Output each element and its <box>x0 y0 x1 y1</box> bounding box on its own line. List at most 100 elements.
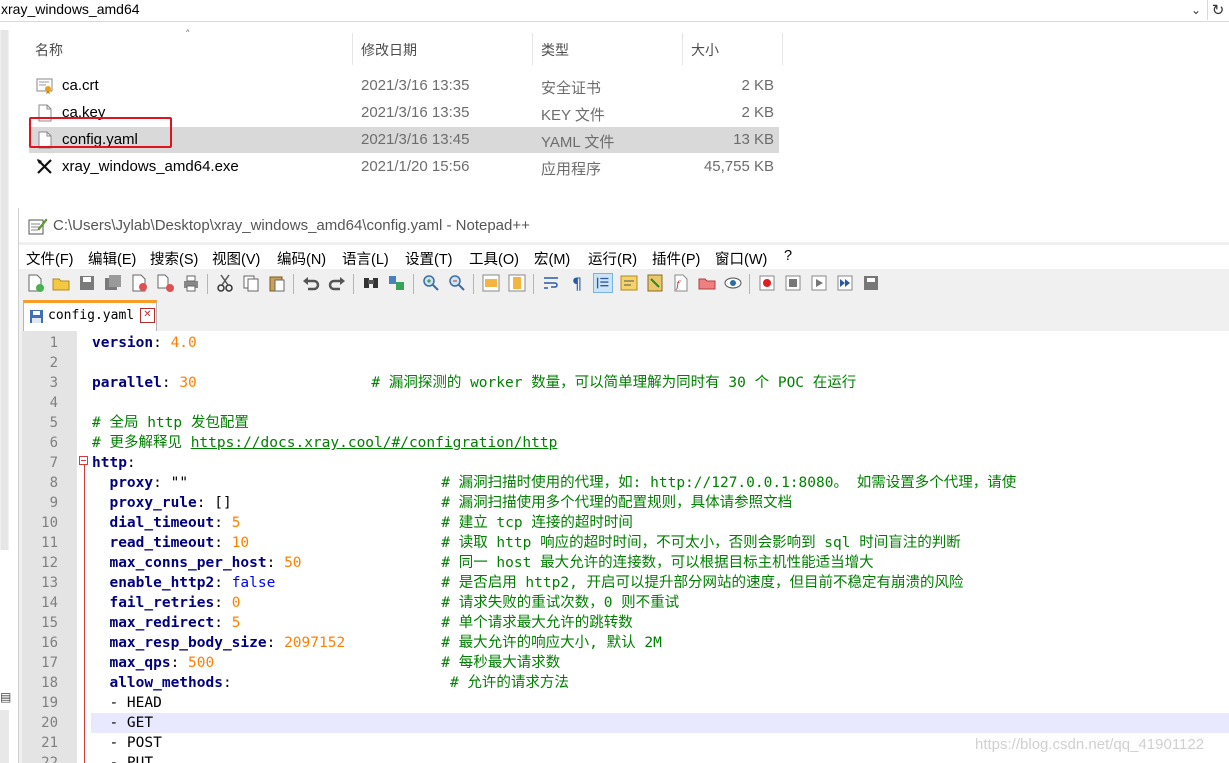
code-link[interactable]: https://docs.xray.cool/#/configration/ht… <box>191 435 558 451</box>
save-icon[interactable] <box>77 273 97 293</box>
run-macro-multiple-icon[interactable] <box>835 273 855 293</box>
file-row[interactable]: ca.crt 2021/3/16 13:35 安全证书 2 KB <box>29 73 779 99</box>
file-name[interactable]: xray_windows_amd64.exe <box>62 158 239 175</box>
file-type: KEY 文件 <box>541 107 605 124</box>
address-path[interactable]: xray_windows_amd64 <box>1 1 140 17</box>
monitoring-icon[interactable] <box>723 273 743 293</box>
word-wrap-icon[interactable] <box>541 273 561 293</box>
nav-pane-scrollbar[interactable] <box>0 30 9 550</box>
line-number: 4 <box>49 395 58 411</box>
code-comment: # 建立 tcp 连接的超时时间 <box>441 515 633 531</box>
notepad-app-icon <box>28 218 48 235</box>
code-comment: # 允许的请求方法 <box>449 675 569 691</box>
menu-language[interactable]: 语言(L) <box>342 248 389 269</box>
close-all-icon[interactable] <box>155 273 175 293</box>
sync-vertical-icon[interactable] <box>481 273 501 293</box>
menu-macro[interactable]: 宏(M) <box>534 248 570 269</box>
code-editor[interactable]: 1 version: 4.0 2 3 parallel: 30 # 漏洞探测的 work… <box>22 331 1229 763</box>
sync-horizontal-icon[interactable] <box>507 273 527 293</box>
function-list-icon[interactable]: f <box>671 273 691 293</box>
menu-plugins[interactable]: 插件(P) <box>652 248 700 269</box>
code-key: parallel <box>92 375 162 391</box>
replace-icon[interactable] <box>387 273 407 293</box>
file-row[interactable]: xray_windows_amd64.exe 2021/1/20 15:56 应… <box>29 154 779 180</box>
code-comment: # 单个请求最大允许的跳转数 <box>441 615 633 631</box>
fold-toggle-icon[interactable] <box>79 456 88 465</box>
code-comment: # 漏洞扫描时使用的代理，如: http://127.0.0.1:8080。 如… <box>441 475 1017 491</box>
indent-guide-icon[interactable] <box>593 273 613 293</box>
code-key: read_timeout <box>109 535 215 551</box>
save-macro-icon[interactable] <box>861 273 881 293</box>
code-token: 50 <box>284 555 302 571</box>
code-key: allow_methods <box>109 675 223 691</box>
menu-help[interactable]: ? <box>784 248 792 264</box>
chevron-down-icon[interactable]: ⌄ <box>1187 0 1205 20</box>
close-icon[interactable]: ✕ <box>140 308 155 323</box>
line-number: 7 <box>49 455 58 471</box>
menu-encoding[interactable]: 编码(N) <box>277 248 326 269</box>
menu-window[interactable]: 窗口(W) <box>715 248 767 269</box>
code-token: - POST <box>92 735 162 751</box>
print-icon[interactable] <box>181 273 201 293</box>
column-divider[interactable] <box>352 33 353 65</box>
menu-edit[interactable]: 编辑(E) <box>88 248 136 269</box>
close-file-icon[interactable] <box>129 273 149 293</box>
address-bar[interactable]: xray_windows_amd64 ⌄ ↻ <box>0 0 1229 22</box>
zoom-in-icon[interactable] <box>421 273 441 293</box>
code-comment: # 每秒最大请求数 <box>441 655 561 671</box>
code-comment: # 漏洞探测的 worker 数量，可以简单理解为同时有 30 个 POC 在运… <box>371 375 857 391</box>
copy-icon[interactable] <box>241 273 261 293</box>
menu-view[interactable]: 视图(V) <box>212 248 260 269</box>
column-header-size[interactable]: 大小 <box>691 40 719 60</box>
column-divider[interactable] <box>682 33 683 65</box>
stop-macro-icon[interactable] <box>783 273 803 293</box>
play-macro-icon[interactable] <box>809 273 829 293</box>
column-header-type[interactable]: 类型 <box>541 40 569 60</box>
file-explorer: xray_windows_amd64 ⌄ ↻ ˄ 名称 修改日期 类型 大小 c… <box>0 0 1229 550</box>
menu-file[interactable]: 文件(F) <box>26 248 74 269</box>
executable-icon <box>37 159 52 174</box>
doc-map-icon[interactable] <box>645 273 665 293</box>
record-macro-icon[interactable] <box>757 273 777 293</box>
code-key: fail_retries <box>109 595 215 611</box>
cut-icon[interactable] <box>215 273 235 293</box>
menu-search[interactable]: 搜索(S) <box>150 248 198 269</box>
code-line: parallel: 30 # 漏洞探测的 worker 数量，可以简单理解为同时… <box>92 373 856 393</box>
find-icon[interactable] <box>361 273 381 293</box>
code-token: 30 <box>179 375 197 391</box>
menu-run[interactable]: 运行(R) <box>588 248 637 269</box>
save-all-icon[interactable] <box>103 273 123 293</box>
title-bar[interactable]: C:\Users\Jylab\Desktop\xray_windows_amd6… <box>19 208 1229 242</box>
code-key: proxy_rule <box>109 495 197 511</box>
file-date: 2021/3/16 13:35 <box>361 77 470 94</box>
menu-tools[interactable]: 工具(O) <box>469 248 519 269</box>
column-divider[interactable] <box>532 33 533 65</box>
redo-icon[interactable] <box>327 273 347 293</box>
nav-pane-scrollbar-bottom[interactable] <box>0 710 9 763</box>
code-token: : "" <box>153 475 442 491</box>
folder-workspace-icon[interactable] <box>697 273 717 293</box>
menu-settings[interactable]: 设置(T) <box>405 248 453 269</box>
new-file-icon[interactable] <box>25 273 45 293</box>
show-all-chars-icon[interactable]: ¶ <box>567 273 587 293</box>
tab-config-yaml[interactable]: config.yaml ✕ <box>23 300 157 331</box>
undo-icon[interactable] <box>301 273 321 293</box>
zoom-out-icon[interactable] <box>447 273 467 293</box>
code-line: - POST <box>92 733 162 753</box>
file-name[interactable]: ca.crt <box>62 77 99 94</box>
code-comment: # 读取 http 响应的超时时间，不可太小，否则会影响到 sql 时间盲注的判… <box>441 535 961 551</box>
column-divider[interactable] <box>782 33 783 65</box>
refresh-icon[interactable]: ↻ <box>1207 0 1228 20</box>
column-header-name[interactable]: 名称 <box>35 40 63 60</box>
column-header-date[interactable]: 修改日期 <box>361 40 417 60</box>
user-language-icon[interactable] <box>619 273 639 293</box>
open-file-icon[interactable] <box>51 273 71 293</box>
code-token: : <box>161 375 180 391</box>
file-date: 2021/1/20 15:56 <box>361 158 470 175</box>
paste-icon[interactable] <box>267 273 287 293</box>
